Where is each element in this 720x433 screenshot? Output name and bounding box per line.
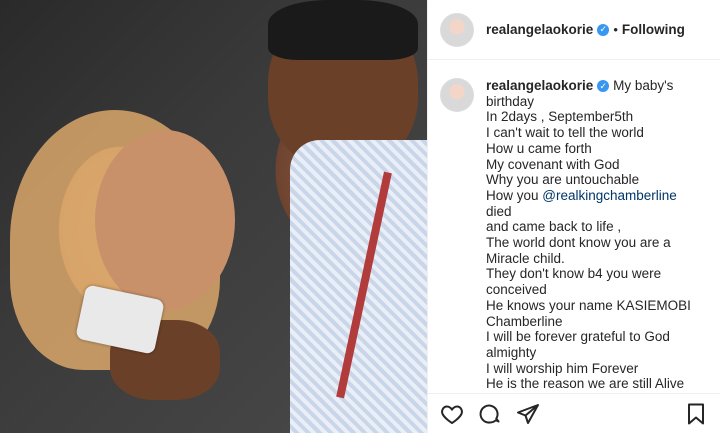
media-content bbox=[95, 130, 235, 310]
post-header: realangelaokorie ✓ • Following bbox=[428, 0, 720, 60]
caption-line: My covenant with God bbox=[486, 156, 620, 172]
bookmark-icon[interactable] bbox=[684, 402, 708, 426]
caption-line: Miracle child. bbox=[486, 250, 565, 266]
caption-username[interactable]: realangelaokorie bbox=[486, 78, 593, 93]
caption-line: birthday bbox=[486, 93, 535, 109]
caption-line: Why you are untouchable bbox=[486, 172, 640, 188]
post-video[interactable] bbox=[0, 0, 427, 433]
caption-line: How u came forth bbox=[486, 140, 592, 156]
verified-icon: ✓ bbox=[597, 80, 610, 93]
caption-line: The world dont know you are a bbox=[486, 235, 671, 251]
heart-icon[interactable] bbox=[440, 402, 464, 426]
avatar[interactable] bbox=[440, 12, 474, 47]
caption-line: I will be forever grateful to God bbox=[486, 329, 670, 345]
comment-icon[interactable] bbox=[478, 402, 502, 426]
caption-line: He knows your name KASIEMOBI bbox=[486, 297, 691, 313]
caption-line: conceived bbox=[486, 282, 547, 298]
caption-line: and came back to life , bbox=[486, 219, 622, 235]
mention-link[interactable]: @realkingchamberline bbox=[542, 188, 677, 203]
share-icon[interactable] bbox=[516, 402, 540, 426]
caption-line: I can't wait to tell the world bbox=[486, 125, 644, 141]
following-button[interactable]: Following bbox=[622, 22, 685, 37]
avatar[interactable] bbox=[440, 78, 474, 112]
caption-line: In 2days , September5th bbox=[486, 109, 634, 125]
caption-line: How you @realkingchamberline died bbox=[486, 187, 677, 219]
caption-text: realangelaokorie ✓ My baby's birthday In … bbox=[486, 78, 706, 396]
caption: realangelaokorie ✓ My baby's birthday In … bbox=[440, 78, 710, 396]
post-side-panel: realangelaokorie ✓ • Following realangel… bbox=[427, 0, 720, 433]
caption-line: Chamberline bbox=[486, 313, 563, 329]
caption-line: almighty bbox=[486, 344, 537, 360]
caption-line: He is the reason we are still Alive bbox=[486, 376, 685, 392]
action-bar bbox=[428, 393, 720, 433]
separator-dot: • bbox=[613, 22, 618, 37]
caption-line: I will worship him Forever bbox=[486, 360, 639, 376]
media-content bbox=[268, 0, 418, 60]
verified-icon: ✓ bbox=[597, 23, 610, 36]
caption-line: My baby's bbox=[613, 78, 674, 93]
caption-line: They don't know b4 you were bbox=[486, 266, 662, 282]
username-link[interactable]: realangelaokorie bbox=[486, 22, 593, 37]
